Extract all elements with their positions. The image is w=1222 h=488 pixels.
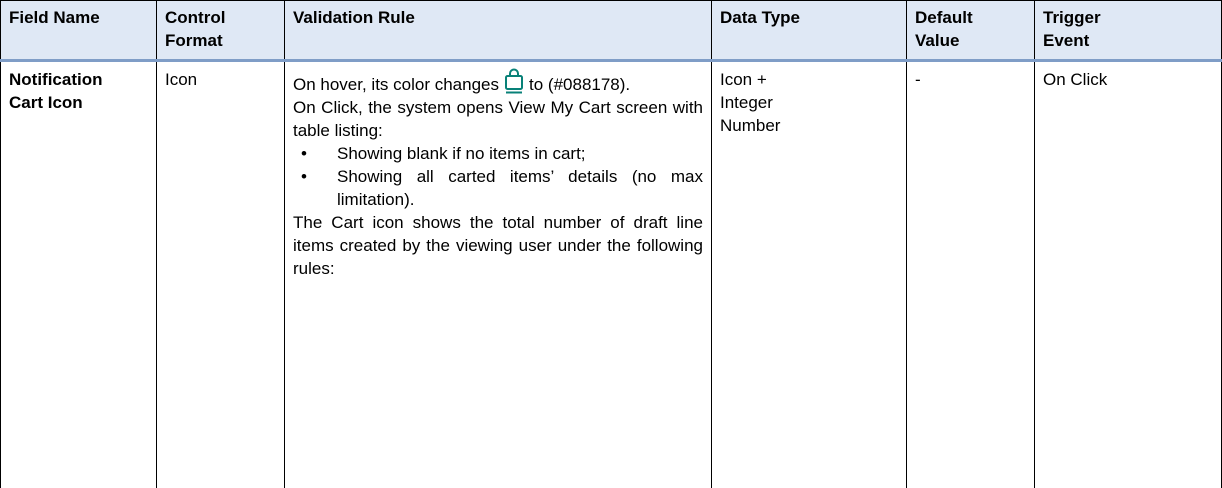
- click-rule-text: On Click, the system opens View My Cart …: [293, 98, 703, 140]
- list-item-text: Showing blank if no items in cart;: [337, 144, 586, 163]
- header-validation-rule: Validation Rule: [285, 1, 712, 61]
- header-default-value-label-line2: Value: [915, 29, 1026, 52]
- control-format-value: Icon: [165, 70, 197, 89]
- click-rule: On Click, the system opens View My Cart …: [293, 96, 703, 142]
- header-row: Field Name Control Format Validation Rul…: [1, 1, 1222, 61]
- cell-field-name: Notification Cart Icon: [1, 61, 157, 488]
- field-name-line1: Notification: [9, 68, 148, 91]
- default-value: -: [915, 70, 921, 89]
- header-trigger-event-label-line1: Trigger: [1043, 6, 1213, 29]
- header-data-type: Data Type: [712, 1, 907, 61]
- list-item: • Showing all carted items’ details (no …: [293, 165, 703, 211]
- header-default-value: Default Value: [907, 1, 1035, 61]
- list-item-text: Showing all carted items’ details (no ma…: [337, 167, 703, 209]
- data-type-line3: Number: [720, 114, 898, 137]
- header-trigger-event-label-line2: Event: [1043, 29, 1213, 52]
- header-data-type-label: Data Type: [720, 8, 800, 27]
- cell-default-value: -: [907, 61, 1035, 488]
- header-control-format-label-line2: Format: [165, 29, 276, 52]
- hover-rule-color-text: to (#088178).: [529, 75, 630, 94]
- header-trigger-event: Trigger Event: [1035, 1, 1222, 61]
- header-field-name: Field Name: [1, 1, 157, 61]
- cell-data-type: Icon + Integer Number: [712, 61, 907, 488]
- bullet-glyph: •: [301, 165, 307, 188]
- table-row: Notification Cart Icon Icon On hover, it…: [1, 61, 1222, 488]
- hover-rule-text: On hover, its color changes: [293, 75, 499, 94]
- shopping-bag-icon: [503, 68, 525, 94]
- count-rule-text: The Cart icon shows the total number of …: [293, 213, 703, 278]
- header-validation-rule-label: Validation Rule: [293, 8, 415, 27]
- header-control-format: Control Format: [157, 1, 285, 61]
- bullet-glyph: •: [301, 142, 307, 165]
- list-item: • Showing blank if no items in cart;: [293, 142, 703, 165]
- cell-validation-rule: On hover, its color changes to (#088178)…: [285, 61, 712, 488]
- count-rule: The Cart icon shows the total number of …: [293, 211, 703, 280]
- field-name-line2: Cart Icon: [9, 91, 148, 114]
- trigger-event-value: On Click: [1043, 70, 1107, 89]
- field-spec-table: Field Name Control Format Validation Rul…: [0, 0, 1222, 488]
- hover-rule: On hover, its color changes to (#088178)…: [293, 68, 703, 96]
- cell-control-format: Icon: [157, 61, 285, 488]
- cart-listing-bullets: • Showing blank if no items in cart; • S…: [293, 142, 703, 211]
- data-type-line1: Icon +: [720, 68, 898, 91]
- header-control-format-label-line1: Control: [165, 6, 276, 29]
- data-type-line2: Integer: [720, 91, 898, 114]
- cell-trigger-event: On Click: [1035, 61, 1222, 488]
- header-field-name-label: Field Name: [9, 8, 100, 27]
- header-default-value-label-line1: Default: [915, 6, 1026, 29]
